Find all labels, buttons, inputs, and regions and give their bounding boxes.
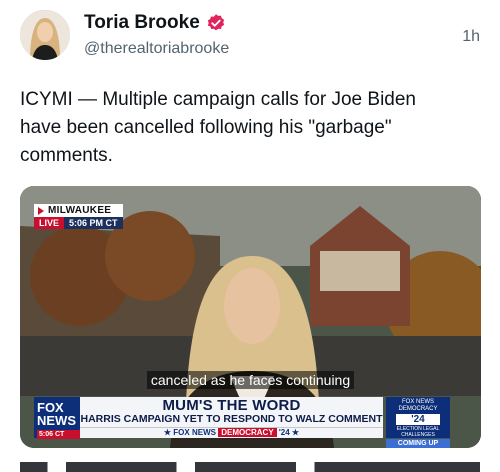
video-caption: canceled as he faces continuing bbox=[20, 371, 481, 390]
side-promo-top: FOX NEWS DEMOCRACY bbox=[398, 399, 438, 412]
network-logo-line2: NEWS bbox=[37, 413, 76, 428]
side-promo: FOX NEWS DEMOCRACY '24 ELECTION LEGAL CH… bbox=[386, 397, 450, 448]
network-logo-time: 5:06 CT bbox=[37, 430, 80, 439]
display-name[interactable]: Toria Brooke bbox=[84, 12, 200, 34]
avatar-image bbox=[20, 10, 70, 60]
live-label: LIVE bbox=[34, 217, 65, 229]
side-promo-mid: ELECTION LEGAL CHALLENGES bbox=[396, 426, 440, 438]
ticker-year: '24 bbox=[278, 428, 290, 437]
ticker-democracy: DEMOCRACY bbox=[218, 428, 277, 437]
author-name-row: Toria Brooke bbox=[84, 12, 226, 34]
next-post-text-clipped bbox=[20, 462, 480, 472]
side-promo-bottom: COMING UP bbox=[386, 439, 450, 448]
network-logo: FOX NEWS 5:06 CT bbox=[34, 397, 80, 439]
verified-badge-icon bbox=[207, 14, 224, 31]
caption-text: canceled as he faces continuing bbox=[146, 371, 355, 389]
video-media[interactable]: MILWAUKEE LIVE 5:06 PM CT canceled as he… bbox=[20, 186, 481, 448]
post-text: ICYMI — Multiple campaign calls for Joe … bbox=[20, 89, 416, 166]
headline-box: MUM'S THE WORD HARRIS CAMPAIGN YET TO RE… bbox=[80, 397, 383, 427]
ticker: ★ FOX NEWS DEMOCRACY '24 ★ bbox=[80, 427, 383, 438]
subheadline: HARRIS CAMPAIGN YET TO RESPOND TO WALZ C… bbox=[80, 413, 383, 425]
handle[interactable]: @therealtoriabrooke bbox=[84, 40, 229, 58]
location-badge: MILWAUKEE LIVE 5:06 PM CT bbox=[34, 204, 123, 229]
avatar[interactable] bbox=[20, 10, 70, 60]
live-time: 5:06 PM CT bbox=[64, 217, 123, 229]
headline: MUM'S THE WORD bbox=[162, 397, 301, 414]
ticker-brand: FOX NEWS bbox=[173, 428, 216, 437]
side-promo-year: '24 bbox=[396, 414, 440, 425]
news-chyron: FOX NEWS 5:06 CT MUM'S THE WORD HARRIS C… bbox=[20, 397, 481, 448]
timestamp[interactable]: 1h bbox=[462, 28, 480, 46]
location-label: MILWAUKEE bbox=[34, 204, 123, 217]
